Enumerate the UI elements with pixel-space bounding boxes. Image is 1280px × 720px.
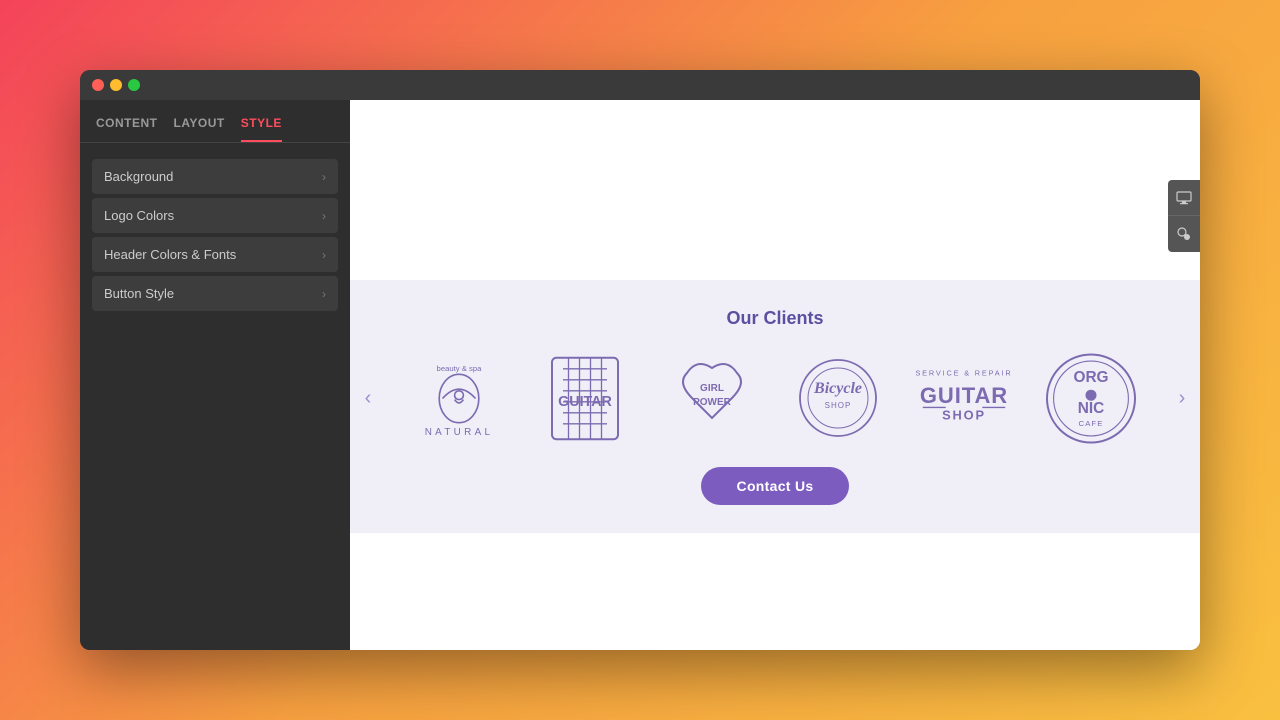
svg-text:SHOP: SHOP [943, 407, 987, 422]
traffic-lights [92, 79, 140, 91]
svg-text:GUITAR: GUITAR [559, 394, 613, 410]
natural-logo-svg: beauty & spa NATURAL [404, 349, 514, 448]
minimize-button[interactable] [110, 79, 122, 91]
sidebar-items: Background › Logo Colors › Header Colors… [80, 143, 350, 327]
clients-section: Our Clients ‹ beauty & spa [350, 280, 1200, 533]
tab-layout[interactable]: LAYOUT [174, 116, 225, 142]
logo-guitar-shop: SERVICE & REPAIR GUITAR SHOP [909, 353, 1019, 443]
tab-style[interactable]: STYLE [241, 116, 282, 142]
chevron-right-icon: › [322, 209, 326, 223]
window-body: CONTENT LAYOUT STYLE Background › Logo C… [80, 100, 1200, 650]
svg-text:CAFE: CAFE [1078, 419, 1103, 428]
sidebar: CONTENT LAYOUT STYLE Background › Logo C… [80, 100, 350, 650]
contact-us-button[interactable]: Contact Us [701, 467, 850, 505]
svg-text:NIC: NIC [1078, 399, 1105, 416]
guitar-logo-svg: GUITAR [530, 349, 640, 448]
bottom-section [350, 533, 1200, 650]
svg-text:ORG: ORG [1073, 369, 1108, 386]
chevron-right-icon: › [322, 248, 326, 262]
desktop-view-button[interactable] [1168, 180, 1200, 216]
paint-button[interactable] [1168, 216, 1200, 252]
clients-logos: beauty & spa NATURAL [386, 353, 1164, 443]
svg-text:SHOP: SHOP [825, 401, 852, 410]
svg-text:SERVICE & REPAIR: SERVICE & REPAIR [916, 368, 1013, 377]
svg-text:GIRL: GIRL [700, 383, 724, 394]
chevron-right-icon: › [322, 170, 326, 184]
logo-bicycle: Bicycle SHOP [783, 353, 893, 443]
prev-arrow-button[interactable]: ‹ [350, 380, 386, 416]
svg-text:NATURAL: NATURAL [425, 426, 494, 437]
logo-girl-power: GIRL POWER [657, 353, 767, 443]
next-arrow-button[interactable]: › [1164, 380, 1200, 416]
sidebar-item-button-style[interactable]: Button Style › [92, 276, 338, 311]
maximize-button[interactable] [128, 79, 140, 91]
right-toolbar [1168, 180, 1200, 252]
logo-natural: beauty & spa NATURAL [404, 353, 514, 443]
organic-logo-svg: ORG NIC CAFE [1036, 349, 1146, 448]
chevron-right-icon: › [322, 287, 326, 301]
bicycle-logo-svg: Bicycle SHOP [783, 353, 893, 443]
top-section [350, 100, 1200, 280]
sidebar-item-header-colors[interactable]: Header Colors & Fonts › [92, 237, 338, 272]
girl-power-logo-svg: GIRL POWER [657, 353, 767, 443]
logo-guitar: GUITAR [530, 353, 640, 443]
svg-text:Bicycle: Bicycle [813, 380, 862, 397]
sidebar-item-background[interactable]: Background › [92, 159, 338, 194]
sidebar-tabs: CONTENT LAYOUT STYLE [80, 100, 350, 143]
main-content: Our Clients ‹ beauty & spa [350, 100, 1200, 650]
sidebar-item-logo-colors[interactable]: Logo Colors › [92, 198, 338, 233]
svg-text:beauty & spa: beauty & spa [437, 364, 483, 373]
clients-carousel: ‹ beauty & spa NATURAL [350, 353, 1200, 443]
desktop-icon [1176, 191, 1192, 205]
svg-text:GUITAR: GUITAR [920, 383, 1008, 408]
svg-text:POWER: POWER [693, 397, 732, 408]
close-button[interactable] [92, 79, 104, 91]
app-window: CONTENT LAYOUT STYLE Background › Logo C… [80, 70, 1200, 650]
logo-organic: ORG NIC CAFE [1036, 353, 1146, 443]
paint-icon [1177, 227, 1191, 241]
tab-content[interactable]: CONTENT [96, 116, 158, 142]
guitar-shop-logo-svg: SERVICE & REPAIR GUITAR SHOP [909, 357, 1019, 440]
clients-title: Our Clients [726, 308, 823, 329]
title-bar [80, 70, 1200, 100]
